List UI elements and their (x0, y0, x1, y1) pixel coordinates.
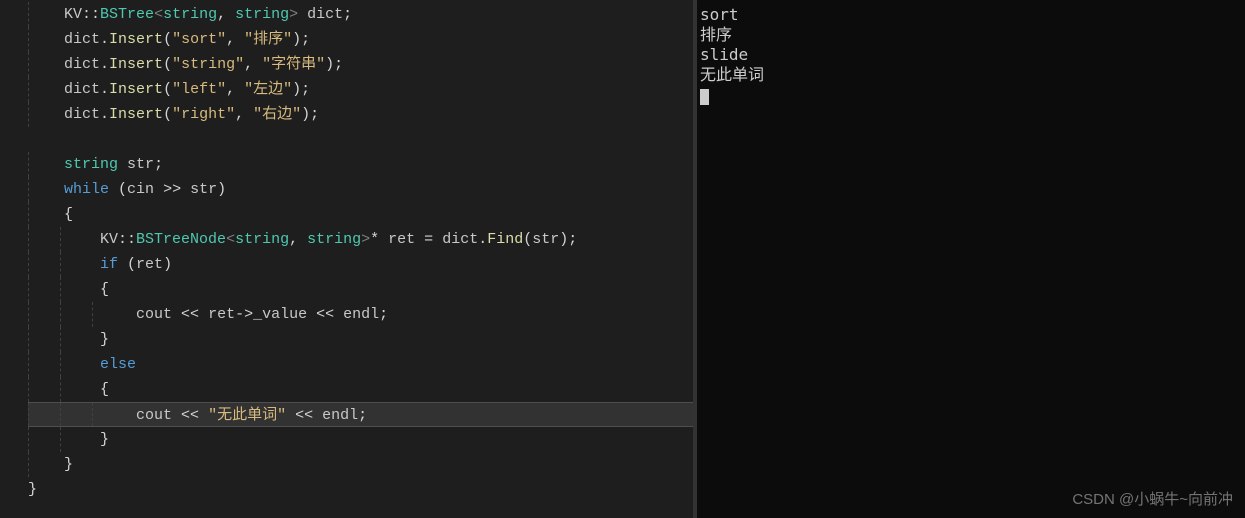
indent-guide (28, 152, 29, 177)
terminal-pane[interactable]: sort排序slide无此单词 CSDN @小蜗牛~向前冲 (697, 0, 1245, 518)
indent-guide (60, 377, 61, 402)
indent-guide (28, 177, 29, 202)
code-line[interactable]: } (28, 327, 693, 352)
code-text: dict.Insert("string", "字符串"); (28, 56, 343, 73)
indent-guide (28, 102, 29, 127)
code-text: string str; (28, 156, 163, 173)
indent-guide (28, 27, 29, 52)
code-content[interactable]: KV::BSTree<string, string> dict; dict.In… (0, 0, 693, 502)
code-text: KV::BSTreeNode<string, string>* ret = di… (28, 231, 577, 248)
indent-guide (28, 302, 29, 327)
indent-guide (28, 452, 29, 477)
code-line[interactable]: { (28, 202, 693, 227)
code-text: dict.Insert("sort", "排序"); (28, 31, 310, 48)
code-line[interactable]: cout << "无此单词" << endl; (28, 402, 693, 427)
indent-guide (60, 277, 61, 302)
code-text: dict.Insert("right", "右边"); (28, 106, 319, 123)
code-line[interactable]: KV::BSTree<string, string> dict; (28, 2, 693, 27)
code-text: KV::BSTree<string, string> dict; (28, 6, 352, 23)
code-line[interactable]: { (28, 277, 693, 302)
code-line[interactable]: else (28, 352, 693, 377)
gutter (0, 0, 20, 518)
indent-guide (28, 377, 29, 402)
code-editor-pane[interactable]: KV::BSTree<string, string> dict; dict.In… (0, 0, 693, 518)
indent-guide (28, 403, 29, 426)
code-line[interactable]: dict.Insert("right", "右边"); (28, 102, 693, 127)
terminal-line: slide (700, 45, 1242, 65)
cursor-icon (700, 89, 709, 105)
indent-guide (60, 252, 61, 277)
code-text: dict.Insert("left", "左边"); (28, 81, 310, 98)
code-text: { (28, 281, 109, 298)
indent-guide (60, 352, 61, 377)
indent-guide (28, 277, 29, 302)
code-line[interactable]: KV::BSTreeNode<string, string>* ret = di… (28, 227, 693, 252)
indent-guide (60, 227, 61, 252)
indent-guide (28, 227, 29, 252)
indent-guide (28, 352, 29, 377)
indent-guide (28, 52, 29, 77)
code-line[interactable]: if (ret) (28, 252, 693, 277)
code-text: else (28, 356, 136, 373)
code-line[interactable]: { (28, 377, 693, 402)
terminal-line: sort (700, 5, 1242, 25)
indent-guide (28, 252, 29, 277)
watermark: CSDN @小蜗牛~向前冲 (1072, 490, 1233, 510)
code-text: } (28, 481, 37, 498)
indent-guide (60, 427, 61, 452)
indent-guide (28, 427, 29, 452)
indent-guide (60, 302, 61, 327)
terminal-line: 无此单词 (700, 65, 1242, 85)
code-line[interactable]: } (28, 427, 693, 452)
code-text: { (28, 381, 109, 398)
code-line[interactable]: while (cin >> str) (28, 177, 693, 202)
code-text: while (cin >> str) (28, 181, 226, 198)
indent-guide (92, 403, 93, 426)
code-text: { (28, 206, 73, 223)
code-line[interactable]: dict.Insert("sort", "排序"); (28, 27, 693, 52)
indent-guide (28, 77, 29, 102)
terminal-line: 排序 (700, 25, 1242, 45)
code-text: } (28, 331, 109, 348)
code-line[interactable]: } (28, 452, 693, 477)
code-line[interactable]: } (28, 477, 693, 502)
code-text: } (28, 431, 109, 448)
indent-guide (60, 403, 61, 426)
terminal-output: sort排序slide无此单词 (700, 5, 1242, 85)
code-text: cout << "无此单词" << endl; (28, 407, 367, 424)
code-text: if (ret) (28, 256, 172, 273)
code-line[interactable]: cout << ret->_value << endl; (28, 302, 693, 327)
code-line[interactable]: dict.Insert("left", "左边"); (28, 77, 693, 102)
indent-guide (28, 202, 29, 227)
indent-guide (60, 327, 61, 352)
code-line[interactable]: dict.Insert("string", "字符串"); (28, 52, 693, 77)
indent-guide (92, 302, 93, 327)
code-text: } (28, 456, 73, 473)
indent-guide (28, 327, 29, 352)
code-line[interactable]: string str; (28, 152, 693, 177)
indent-guide (28, 2, 29, 27)
code-line[interactable] (28, 127, 693, 152)
terminal-cursor-line[interactable] (700, 85, 1242, 105)
code-text: cout << ret->_value << endl; (28, 306, 388, 323)
